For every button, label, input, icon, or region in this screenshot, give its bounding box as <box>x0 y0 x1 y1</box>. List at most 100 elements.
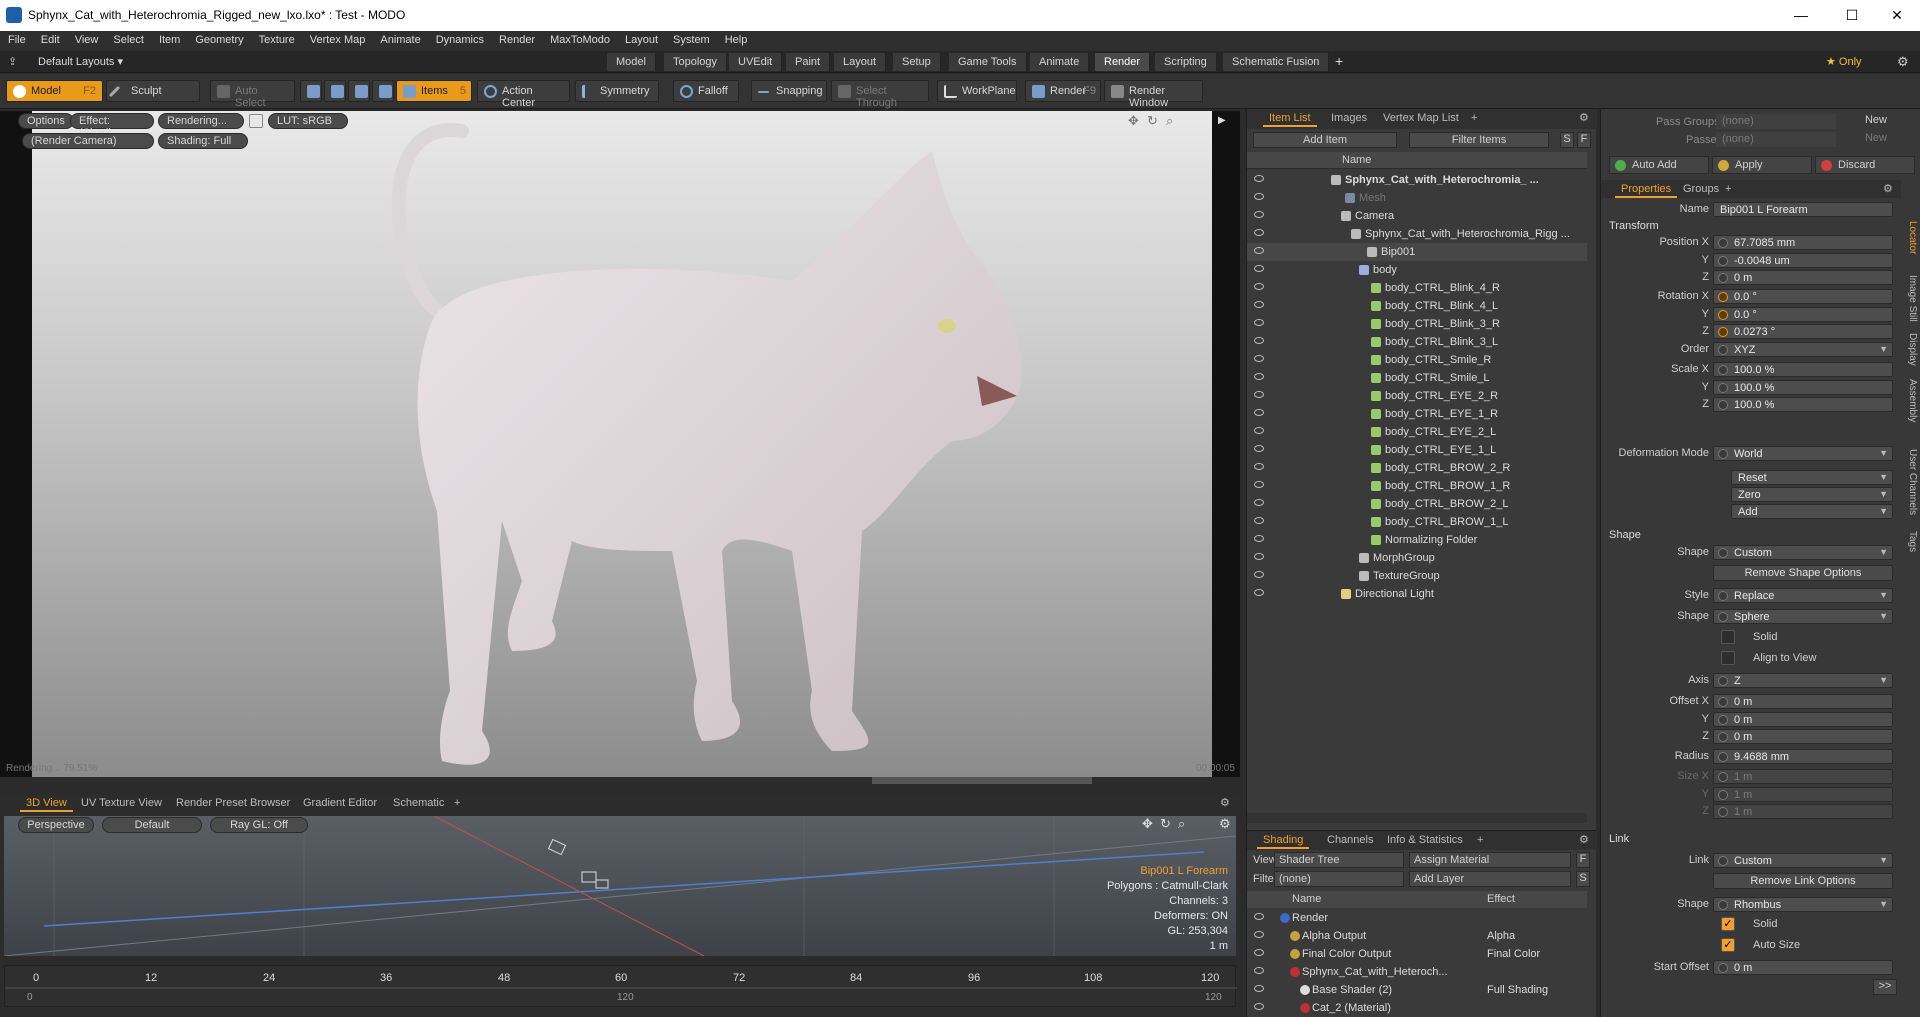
visibility-eye-icon[interactable] <box>1254 445 1264 452</box>
item-row-control-13[interactable]: body_CTRL_EYE_1_R <box>1247 405 1587 423</box>
keyframe-icon[interactable] <box>1718 310 1728 320</box>
model-mode-button[interactable]: Model F2 <box>6 80 103 102</box>
visibility-eye-icon[interactable] <box>1254 355 1264 362</box>
keyframe-icon[interactable] <box>1718 697 1728 707</box>
scale-z-field[interactable]: 100.0 % <box>1713 397 1893 412</box>
add-itemlist-tab-icon[interactable]: + <box>1465 110 1483 127</box>
menu-vertex-map[interactable]: Vertex Map <box>302 31 373 51</box>
panel-settings-gear-icon[interactable]: ⚙ <box>1220 796 1230 809</box>
visibility-eye-icon[interactable] <box>1254 967 1264 974</box>
item-row-scene-root[interactable]: Sphynx_Cat_with_Heterochromia_ ... <box>1247 171 1587 189</box>
f-toggle[interactable]: F <box>1577 132 1591 148</box>
order-dropdown[interactable]: XYZ ▼ <box>1713 342 1893 357</box>
tab-gradient-editor[interactable]: Gradient Editor <box>297 795 383 812</box>
menu-dynamics[interactable]: Dynamics <box>428 31 491 51</box>
add-shading-tab-icon[interactable]: + <box>1471 832 1489 849</box>
itemlist-gear-icon[interactable]: ⚙ <box>1579 111 1589 124</box>
item-row-control-16[interactable]: body_CTRL_BROW_2_R <box>1247 459 1587 477</box>
keyframe-icon[interactable] <box>1718 292 1728 302</box>
menu-layout[interactable]: Layout <box>617 31 665 51</box>
perspective-dropdown[interactable]: Perspective <box>18 817 94 833</box>
keyframe-icon[interactable] <box>1718 449 1728 459</box>
vertices-mode-button[interactable] <box>300 80 322 102</box>
offset-z-field[interactable]: 0 m <box>1713 729 1893 744</box>
properties-gear-icon[interactable]: ⚙ <box>1883 182 1893 195</box>
shader-row[interactable]: Render <box>1247 909 1587 927</box>
keyframe-icon[interactable] <box>1718 591 1728 601</box>
ray-gl-toggle[interactable]: Ray GL: Off <box>210 817 308 833</box>
keyframe-icon[interactable] <box>1718 256 1728 266</box>
keyframe-icon[interactable] <box>1718 327 1728 337</box>
visibility-eye-icon[interactable] <box>1254 265 1264 272</box>
shading-f-toggle[interactable]: F <box>1576 852 1590 868</box>
item-row-control-18[interactable]: body_CTRL_BROW_2_L <box>1247 495 1587 513</box>
rotation-x-field[interactable]: 0.0 ° <box>1713 289 1893 304</box>
keyframe-icon[interactable] <box>1718 900 1728 910</box>
tab-schematic-fusion[interactable]: Schematic Fusion <box>1223 53 1330 71</box>
shape-section[interactable]: Shape <box>1609 529 1641 541</box>
lock-icon[interactable] <box>249 114 263 128</box>
3d-view-viewport[interactable]: Perspective Default Ray GL: Off ✥ ↻ ⌕ ⚙ … <box>4 816 1236 956</box>
visibility-eye-icon[interactable] <box>1254 391 1264 398</box>
item-row-control-9[interactable]: body_CTRL_Blink_3_L <box>1247 333 1587 351</box>
side-tab-assembly[interactable]: Assembly <box>1900 379 1918 429</box>
add-panel-tab-icon[interactable]: + <box>448 795 466 812</box>
menu-render[interactable]: Render <box>491 31 542 51</box>
only-toggle[interactable]: ★ Only <box>1826 55 1862 68</box>
more-options-button[interactable]: >> <box>1873 979 1897 995</box>
passes-dropdown[interactable]: (none) <box>1716 132 1836 147</box>
shader-layer-effect[interactable]: Alpha <box>1487 930 1515 942</box>
menu-maxtomodo[interactable]: MaxToModo <box>542 31 617 51</box>
zero-dropdown[interactable]: Zero ▼ <box>1731 487 1893 502</box>
name-field[interactable]: Bip001 L Forearm <box>1713 202 1893 217</box>
rotate-icon[interactable]: ↻ <box>1147 113 1158 129</box>
axis-dropdown[interactable]: Z ▼ <box>1713 673 1893 688</box>
3d-view-gear-icon[interactable]: ⚙ <box>1219 816 1231 832</box>
materials-mode-button[interactable] <box>372 80 394 102</box>
start-offset-field[interactable]: 0 m <box>1713 960 1893 975</box>
item-row-control-11[interactable]: body_CTRL_Smile_L <box>1247 369 1587 387</box>
visibility-eye-icon[interactable] <box>1254 211 1264 218</box>
item-row-control-14[interactable]: body_CTRL_EYE_2_L <box>1247 423 1587 441</box>
link-shape-dropdown[interactable]: Rhombus ▼ <box>1713 897 1893 912</box>
apply-button[interactable]: Apply <box>1712 156 1812 174</box>
keyframe-icon[interactable] <box>1718 676 1728 686</box>
auto-add-button[interactable]: Auto Add <box>1609 156 1709 174</box>
pan-icon[interactable]: ✥ <box>1128 113 1139 129</box>
visibility-eye-icon[interactable] <box>1254 301 1264 308</box>
falloff-button[interactable]: Falloff <box>673 80 739 102</box>
new-pass-button[interactable]: New <box>1841 132 1911 147</box>
add-layer-dropdown[interactable]: Add Layer <box>1409 871 1571 887</box>
visibility-eye-icon[interactable] <box>1254 319 1264 326</box>
tab-render[interactable]: Render <box>1095 53 1151 71</box>
keyframe-icon[interactable] <box>1718 856 1728 866</box>
item-row-control-19[interactable]: body_CTRL_BROW_1_L <box>1247 513 1587 531</box>
auto-select-button[interactable]: Auto Select <box>210 80 295 109</box>
align-to-view-checkbox[interactable] <box>1721 651 1735 665</box>
visibility-eye-icon[interactable] <box>1254 463 1264 470</box>
visibility-eye-icon[interactable] <box>1254 427 1264 434</box>
side-tab-image-still[interactable]: Image Still <box>1900 275 1918 329</box>
minimize-button[interactable]: — <box>1778 0 1824 31</box>
add-dropdown[interactable]: Add ▼ <box>1731 504 1893 519</box>
viewport-scrollbar[interactable] <box>872 777 1092 784</box>
rotation-z-field[interactable]: 0.0273 ° <box>1713 324 1893 339</box>
visibility-eye-icon[interactable] <box>1254 499 1264 506</box>
name-column-header[interactable]: Name <box>1342 154 1371 166</box>
keyframe-icon[interactable] <box>1718 752 1728 762</box>
sculpt-mode-button[interactable]: Sculpt <box>106 80 200 102</box>
items-mode-button[interactable]: Items 5 <box>396 80 472 102</box>
lut-dropdown[interactable]: LUT: sRGB <box>268 113 348 129</box>
visibility-eye-icon[interactable] <box>1254 373 1264 380</box>
item-row-control-7[interactable]: body_CTRL_Blink_4_L <box>1247 297 1587 315</box>
workplane-button[interactable]: WorkPlane <box>937 80 1017 102</box>
item-row-control-8[interactable]: body_CTRL_Blink_3_R <box>1247 315 1587 333</box>
tab-uvedit[interactable]: UVEdit <box>729 53 783 71</box>
tab-info-statistics[interactable]: Info & Statistics <box>1381 832 1469 849</box>
zoom-icon[interactable]: ⌕ <box>1166 113 1173 129</box>
add-item-dropdown[interactable]: Add Item <box>1253 132 1397 148</box>
item-row-body[interactable]: body <box>1247 261 1587 279</box>
layouts-menu-icon[interactable]: ⇪ <box>8 55 17 68</box>
style-dropdown[interactable]: Replace ▼ <box>1713 588 1893 603</box>
solid-checkbox[interactable] <box>1721 630 1735 644</box>
